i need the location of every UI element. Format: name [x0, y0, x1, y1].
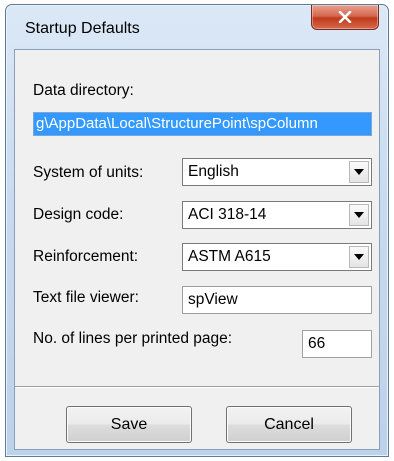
design-code-label: Design code: — [33, 206, 124, 223]
close-icon — [338, 11, 352, 23]
chevron-down-icon[interactable] — [349, 161, 369, 183]
units-select[interactable]: English — [182, 158, 372, 186]
units-label: System of units: — [33, 164, 144, 181]
chevron-down-icon[interactable] — [349, 204, 369, 226]
units-selected-value: English — [188, 163, 239, 180]
reinforcement-selected-value: ASTM A615 — [188, 248, 271, 265]
chevron-down-icon[interactable] — [349, 246, 369, 268]
reinforcement-select[interactable]: ASTM A615 — [182, 243, 372, 271]
text-viewer-input[interactable]: spView — [182, 286, 372, 314]
lines-per-page-input[interactable]: 66 — [302, 330, 372, 358]
startup-defaults-dialog: Startup Defaults Data directory: g\AppDa… — [5, 4, 389, 457]
dialog-body: Data directory: g\AppData\Local\Structur… — [14, 49, 380, 450]
window-title: Startup Defaults — [25, 20, 140, 37]
title-bar[interactable]: Startup Defaults — [6, 5, 388, 49]
cancel-button[interactable]: Cancel — [226, 406, 352, 443]
design-code-select[interactable]: ACI 318-14 — [182, 201, 372, 229]
close-button[interactable] — [311, 5, 379, 30]
separator — [15, 386, 379, 388]
data-directory-input[interactable]: g\AppData\Local\StructurePoint\spColumn — [33, 112, 372, 136]
save-button[interactable]: Save — [66, 406, 192, 443]
text-viewer-label: Text file viewer: — [33, 289, 139, 306]
data-directory-label: Data directory: — [33, 82, 134, 99]
design-code-selected-value: ACI 318-14 — [188, 206, 267, 223]
lines-per-page-label: No. of lines per printed page: — [33, 330, 233, 347]
reinforcement-label: Reinforcement: — [33, 248, 139, 265]
